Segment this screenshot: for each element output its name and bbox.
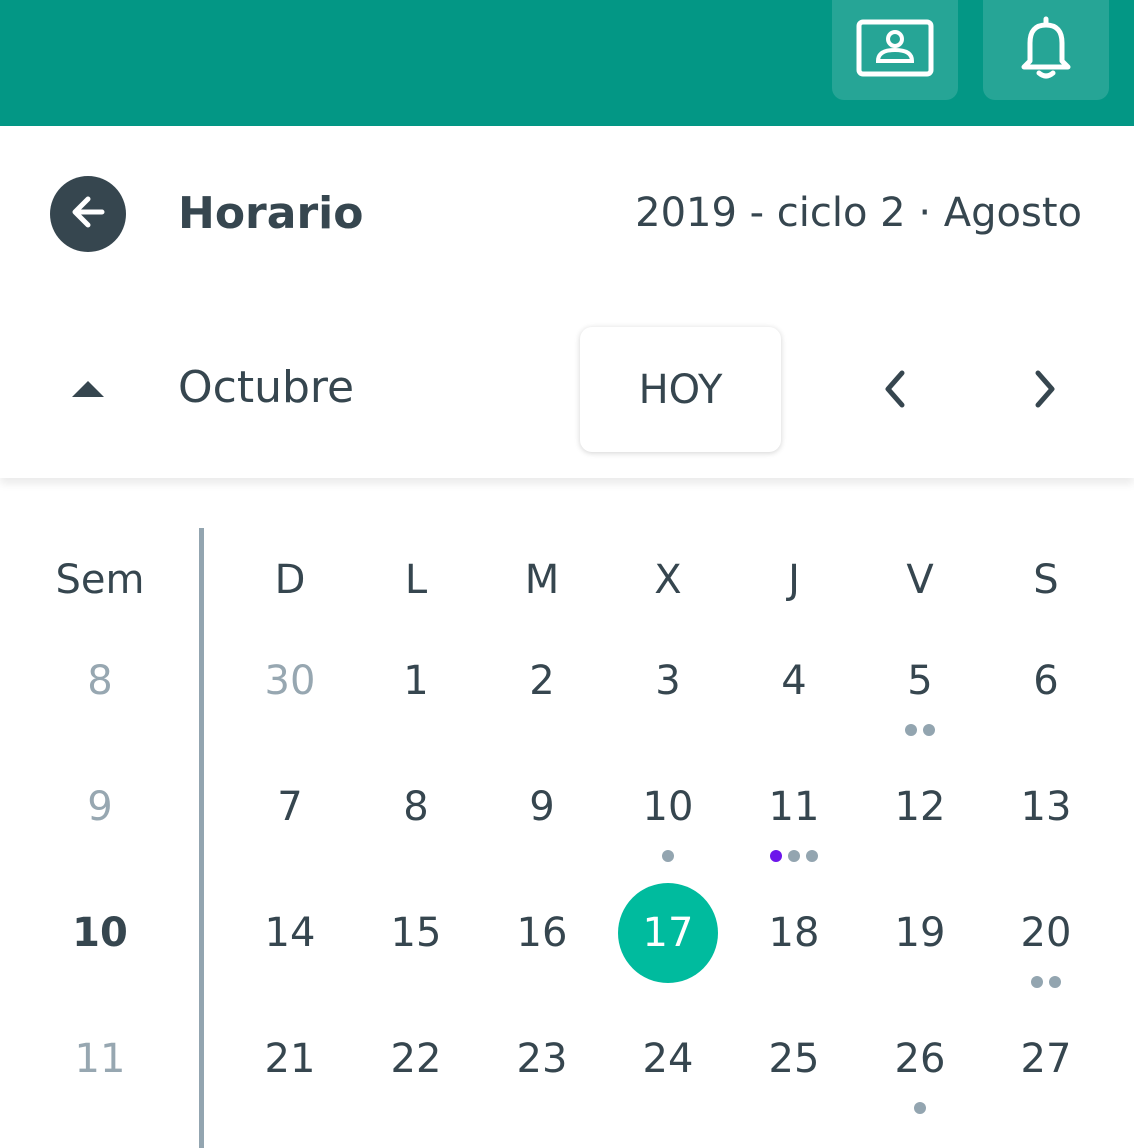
event-indicators [608,850,728,862]
calendar-day[interactable]: 9 [482,777,602,837]
week-number-header: Sem [55,557,145,603]
weekday-header: D [274,557,306,603]
triangle-up-icon [70,379,106,403]
week-number: 8 [87,658,113,704]
calendar-day[interactable]: 27 [986,1029,1106,1089]
event-dot [806,850,818,862]
calendar-day[interactable]: 13 [986,777,1106,837]
event-dot [905,724,917,736]
calendar-day[interactable]: 26 [860,1029,980,1089]
weekday-header: V [906,557,934,603]
weekday-header: X [654,557,682,603]
month-calendar: Sem D L M X J V S 8 30 1 2 3 4 5 6 9 7 8 9 10 11 12 13 10 14 15 16… [0,478,1134,1148]
weekday-header: S [1033,557,1059,603]
calendar-day[interactable]: 23 [482,1029,602,1089]
calendar-day[interactable]: 5 [860,651,980,711]
page-title: Horario [178,188,364,239]
next-month-button[interactable] [1020,366,1070,416]
event-dot [1031,976,1043,988]
calendar-day[interactable]: 4 [734,651,854,711]
collapse-calendar-button[interactable] [60,366,116,416]
arrow-left-icon [68,192,108,236]
calendar-day[interactable]: 10 [608,777,728,837]
weekday-header: L [404,557,428,603]
event-indicators [734,850,854,862]
calendar-day[interactable]: 14 [230,903,350,963]
weekday-header: M [524,557,560,603]
back-button[interactable] [50,176,126,252]
calendar-day[interactable]: 30 [230,651,350,711]
bell-icon [1018,15,1074,85]
event-dot [770,850,782,862]
calendar-day[interactable]: 20 [986,903,1106,963]
calendar-day-today[interactable]: 17 [608,903,728,963]
event-indicators [860,1102,980,1114]
calendar-day[interactable]: 16 [482,903,602,963]
event-dot [923,724,935,736]
week-column-divider [199,528,204,1148]
previous-month-button[interactable] [870,366,920,416]
calendar-day[interactable]: 18 [734,903,854,963]
week-number: 10 [72,910,128,956]
notifications-button[interactable] [983,0,1109,100]
calendar-day[interactable]: 11 [734,777,854,837]
profile-card-icon [856,19,934,81]
week-number: 9 [87,784,113,830]
profile-card-button[interactable] [832,0,958,100]
event-dot [1049,976,1061,988]
calendar-day[interactable]: 21 [230,1029,350,1089]
calendar-day[interactable]: 24 [608,1029,728,1089]
calendar-day[interactable]: 8 [356,777,476,837]
chevron-right-icon [1030,369,1060,413]
event-indicators [986,976,1106,988]
today-button[interactable]: HOY [580,327,781,452]
schedule-header: Horario 2019 - ciclo 2 · Agosto Octubre … [0,126,1134,478]
event-indicators [860,724,980,736]
month-label: Octubre [178,362,355,413]
calendar-day[interactable]: 12 [860,777,980,837]
calendar-day[interactable]: 22 [356,1029,476,1089]
event-dot [788,850,800,862]
calendar-day[interactable]: 6 [986,651,1106,711]
weekday-header: J [788,557,800,603]
calendar-day[interactable]: 3 [608,651,728,711]
calendar-day[interactable]: 19 [860,903,980,963]
week-number: 11 [74,1036,126,1082]
academic-cycle: 2019 - ciclo 2 · Agosto [635,190,1082,236]
calendar-day[interactable]: 1 [356,651,476,711]
calendar-day[interactable]: 15 [356,903,476,963]
calendar-day[interactable]: 25 [734,1029,854,1089]
event-dot [662,850,674,862]
event-dot [914,1102,926,1114]
calendar-day[interactable]: 7 [230,777,350,837]
chevron-left-icon [880,369,910,413]
top-app-bar [0,0,1134,126]
calendar-day[interactable]: 2 [482,651,602,711]
